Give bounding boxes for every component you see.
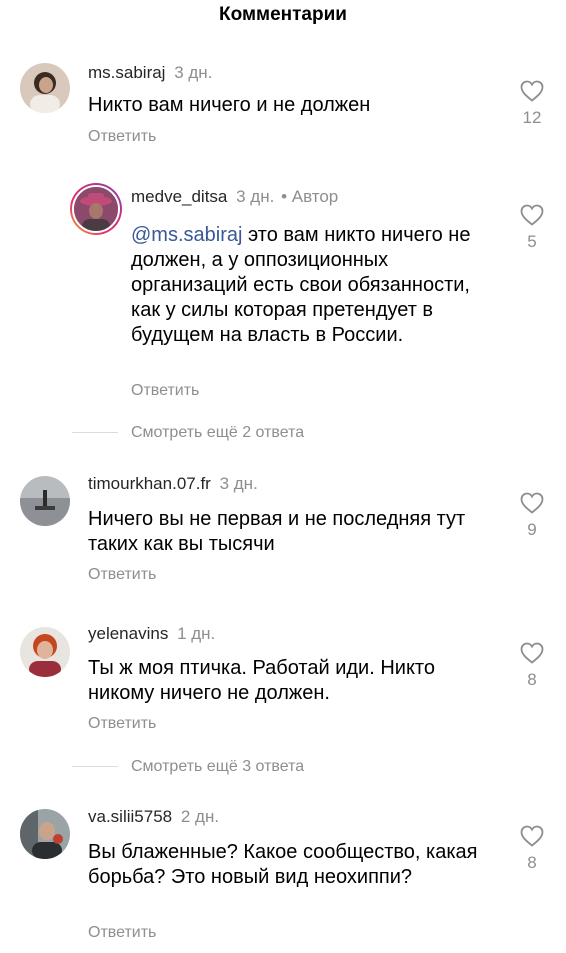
like-count: 12	[522, 108, 542, 127]
comment-time: 1 дн.	[177, 624, 216, 643]
username[interactable]: yelenavins	[88, 624, 168, 643]
author-badge: Автор	[291, 187, 339, 206]
like-button[interactable]: 5	[512, 204, 552, 252]
like-button[interactable]: 9	[512, 492, 552, 540]
comment-time: 3 дн.	[219, 474, 258, 493]
view-more-replies-button[interactable]: Смотреть ещё 3 ответа	[131, 757, 304, 777]
divider	[72, 432, 118, 433]
comment-text: Вы блаженные? Какое сообщество, какая бо…	[88, 841, 478, 888]
comment-meta: yelenavins 1 дн.	[88, 623, 215, 645]
mention-link[interactable]: @ms.sabiraj	[131, 224, 242, 246]
separator-dot: •	[281, 187, 288, 206]
like-count: 8	[527, 670, 537, 689]
username[interactable]: medve_ditsa	[131, 187, 227, 206]
reply-button[interactable]: Ответить	[88, 923, 156, 943]
comment-text: @ms.sabiraj это вам никто ничего не долж…	[131, 223, 487, 348]
username[interactable]: ms.sabiraj	[88, 63, 165, 82]
comment-time: 3 дн.	[236, 187, 275, 206]
view-more-replies-button[interactable]: Смотреть ещё 2 ответа	[131, 423, 304, 443]
heart-outline-icon	[520, 825, 544, 847]
comment-text: Никто вам ничего и не должен	[88, 94, 371, 116]
comment-meta: ms.sabiraj 3 дн.	[88, 62, 212, 84]
divider	[72, 766, 118, 767]
avatar[interactable]	[20, 627, 70, 677]
avatar[interactable]	[20, 63, 70, 113]
page-title: Комментарии	[219, 4, 347, 25]
comments-header: Комментарии	[0, 0, 566, 36]
like-count: 9	[527, 520, 537, 539]
reply-button[interactable]: Ответить	[131, 381, 199, 401]
heart-outline-icon	[520, 204, 544, 226]
heart-outline-icon	[520, 492, 544, 514]
reply-button[interactable]: Ответить	[88, 565, 156, 585]
reply-button[interactable]: Ответить	[88, 127, 156, 147]
like-count: 8	[527, 853, 537, 872]
comment-meta: medve_ditsa 3 дн. • Автор	[131, 186, 338, 208]
avatar[interactable]	[20, 809, 70, 859]
comment-time: 3 дн.	[174, 63, 213, 82]
comment-time: 2 дн.	[180, 807, 220, 826]
heart-outline-icon	[520, 642, 544, 664]
avatar[interactable]	[20, 476, 70, 526]
like-button[interactable]: 8	[512, 825, 552, 873]
comment-text: Ничего вы не первая и не последняя тут т…	[88, 508, 466, 555]
reply-button[interactable]: Ответить	[88, 714, 156, 734]
like-button[interactable]: 12	[512, 80, 552, 128]
like-count: 5	[527, 232, 537, 251]
username[interactable]: timourkhan.07.fr	[88, 474, 211, 493]
comment-meta: timourkhan.07.fr 3 дн.	[88, 473, 258, 495]
comment-meta: va.silii5758 2 дн.	[88, 806, 219, 828]
avatar[interactable]	[70, 183, 122, 235]
username[interactable]: va.silii5758	[88, 807, 172, 826]
heart-outline-icon	[520, 80, 544, 102]
comment-text: Ты ж моя птичка. Работай иди. Никто нико…	[88, 657, 435, 704]
like-button[interactable]: 8	[512, 642, 552, 690]
